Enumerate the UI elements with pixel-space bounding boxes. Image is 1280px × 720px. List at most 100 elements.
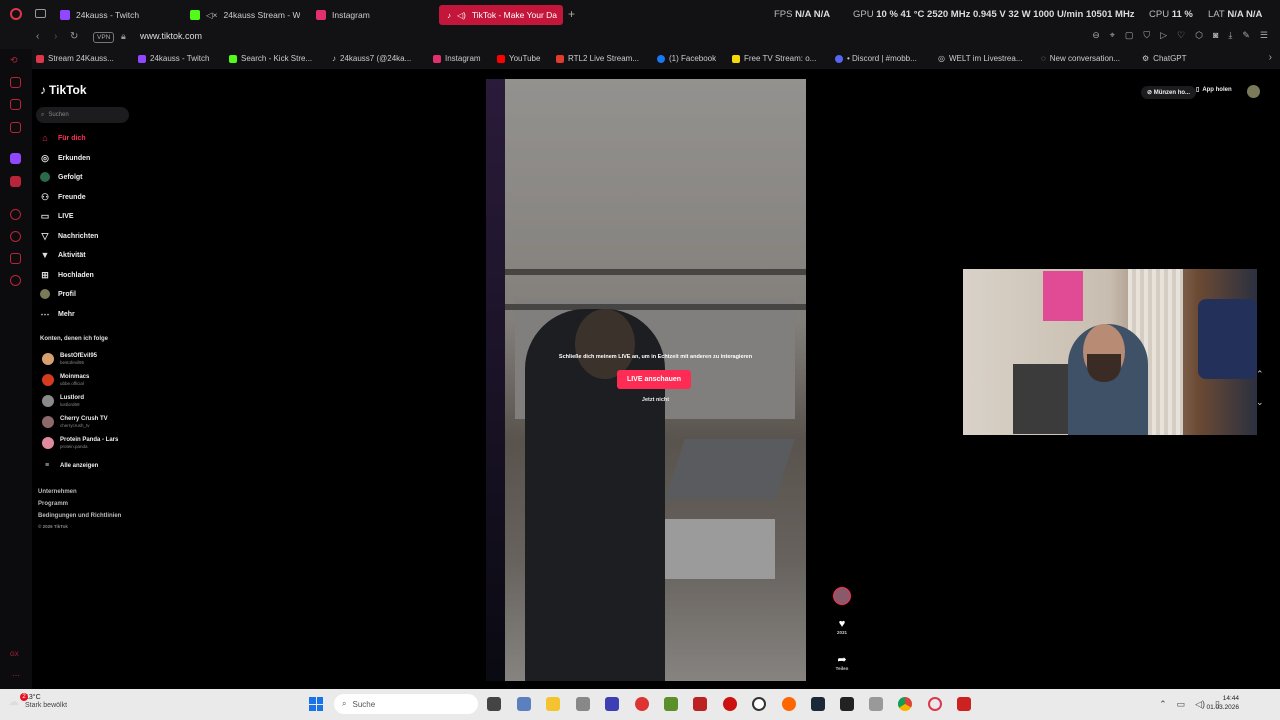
download-icon[interactable]: ⤓ bbox=[1228, 30, 1232, 41]
opera-icon[interactable] bbox=[10, 8, 22, 20]
tab-twitch[interactable]: 24kauss - Twitch bbox=[60, 5, 180, 25]
watch-live-button[interactable]: LIVE anschauen bbox=[617, 370, 691, 389]
zoom-icon[interactable]: ⊖ bbox=[1092, 30, 1100, 41]
lock-icon[interactable]: 🔒︎ bbox=[121, 31, 126, 42]
file-explorer-icon[interactable] bbox=[546, 697, 560, 711]
bookmark-item[interactable]: Instagram bbox=[433, 54, 481, 63]
not-now-button[interactable]: Jetzt nicht bbox=[505, 397, 806, 403]
app-icon[interactable] bbox=[782, 697, 796, 711]
youtube-icon[interactable] bbox=[10, 176, 21, 187]
extensions-icon[interactable]: ⬡ bbox=[1195, 30, 1203, 41]
task-view-icon[interactable] bbox=[487, 697, 501, 711]
footer-terms[interactable]: Bedingungen und Richtlinien bbox=[38, 513, 121, 519]
nav-live[interactable]: ▭ LIVE bbox=[40, 211, 74, 221]
opera-gx-icon[interactable] bbox=[928, 697, 942, 711]
mute-icon[interactable]: ◁× bbox=[206, 10, 218, 21]
tab-instagram[interactable]: Instagram bbox=[316, 5, 426, 25]
bookmark-item[interactable]: ◌ New conversation... bbox=[1041, 54, 1120, 63]
back-icon[interactable]: ‹ bbox=[36, 31, 39, 42]
vpn-badge[interactable]: VPN bbox=[93, 32, 115, 43]
following-account[interactable]: Moinmacs ubbe.official bbox=[42, 374, 89, 386]
footer-company[interactable]: Unternehmen bbox=[38, 489, 77, 495]
bookmark-item[interactable]: ♪ 24kauss7 (@24ka... bbox=[332, 54, 411, 63]
calculator-icon[interactable] bbox=[517, 697, 531, 711]
bookmark-item[interactable]: Search - Kick Stre... bbox=[229, 54, 312, 63]
network-icon[interactable]: ▭ bbox=[1177, 699, 1186, 710]
weather-widget[interactable]: ☁ 2 13°C Stark bewölkt bbox=[8, 693, 67, 709]
aria-icon[interactable]: ⟲ bbox=[10, 55, 21, 66]
bookmark-item[interactable]: • Discord | #mobb... bbox=[835, 54, 917, 63]
following-account[interactable]: Lustlord lustlord69 bbox=[42, 395, 84, 407]
nav-following[interactable]: Gefolgt bbox=[40, 172, 83, 182]
chrome-icon[interactable] bbox=[898, 697, 912, 711]
bookmark-item[interactable]: ⚙ ChatGPT bbox=[1142, 54, 1187, 63]
url-field[interactable]: www.tiktok.com bbox=[140, 31, 202, 41]
bookmark-item[interactable]: YouTube bbox=[497, 54, 540, 63]
reload-icon[interactable]: ↻ bbox=[70, 31, 78, 42]
twitch-icon[interactable] bbox=[10, 153, 21, 164]
chevron-down-icon[interactable]: ⌄ bbox=[1256, 388, 1264, 416]
tiktok-logo[interactable]: ♪ TikTok bbox=[40, 83, 87, 97]
bookmark-item[interactable]: Free TV Stream: o... bbox=[732, 54, 816, 63]
search-input[interactable]: ⌕ Suchen bbox=[36, 107, 129, 123]
bookmark-item[interactable]: RTL2 Live Stream... bbox=[556, 54, 639, 63]
menu-icon[interactable]: ☰ bbox=[1260, 30, 1268, 41]
nav-for-you[interactable]: ⌂ Für dich bbox=[40, 133, 85, 143]
bookmark-item[interactable]: 24kauss - Twitch bbox=[138, 54, 209, 63]
sidebar-app-icon[interactable] bbox=[10, 77, 21, 88]
nav-activity[interactable]: ▼ Aktivität bbox=[40, 250, 86, 260]
chevron-up-icon[interactable]: ⌃ bbox=[1256, 360, 1264, 388]
mouse-app-icon[interactable] bbox=[576, 697, 590, 711]
taskbar-clock[interactable]: 14:44 01.03.2026 bbox=[1206, 694, 1239, 712]
sidebar-app-icon[interactable] bbox=[10, 99, 21, 110]
screenshot-icon[interactable]: ▢ bbox=[1125, 30, 1134, 41]
get-app-button[interactable]: ▯ App holen bbox=[1196, 86, 1232, 94]
gx-icon[interactable]: GX bbox=[10, 652, 19, 658]
heart-icon[interactable]: ♡ bbox=[1177, 30, 1185, 41]
app-icon[interactable] bbox=[635, 697, 649, 711]
app-icon[interactable] bbox=[664, 697, 678, 711]
settings-icon[interactable] bbox=[10, 275, 21, 286]
like-button[interactable]: ♥ 2031 bbox=[832, 618, 852, 635]
steam-icon[interactable] bbox=[811, 697, 825, 711]
tab-overview-icon[interactable] bbox=[35, 9, 46, 18]
profile-avatar[interactable]: ◙ bbox=[1213, 30, 1218, 41]
following-account[interactable]: Protein Panda - Lars protein.panda bbox=[42, 437, 118, 449]
windows-start-icon[interactable] bbox=[309, 697, 323, 711]
chevron-up-icon[interactable]: ⌃ bbox=[1159, 699, 1167, 710]
pin-icon[interactable]: ⌖ bbox=[1110, 30, 1115, 41]
show-all-link[interactable]: ≡ Alle anzeigen bbox=[42, 461, 98, 471]
coins-button[interactable]: ⊘ Münzen ho... bbox=[1141, 86, 1197, 99]
nav-messages[interactable]: ▽ Nachrichten bbox=[40, 231, 99, 241]
app-icon[interactable] bbox=[723, 697, 737, 711]
volume-icon[interactable]: ◁) bbox=[1195, 699, 1205, 710]
footer-program[interactable]: Programm bbox=[38, 501, 68, 507]
bookmark-item[interactable]: (1) Facebook bbox=[657, 54, 716, 63]
nav-friends[interactable]: ⚇ Freunde bbox=[40, 192, 86, 202]
player-icon[interactable] bbox=[10, 209, 21, 220]
app-icon[interactable] bbox=[869, 697, 883, 711]
bookmarks-icon[interactable] bbox=[10, 253, 21, 264]
taskbar-search-input[interactable]: ⌕ Suche bbox=[334, 694, 478, 714]
obs-icon[interactable] bbox=[752, 697, 766, 711]
creator-avatar[interactable] bbox=[833, 587, 851, 605]
nav-explore[interactable]: ◎ Erkunden bbox=[40, 153, 90, 163]
user-avatar[interactable] bbox=[1247, 85, 1260, 98]
nav-profile[interactable]: Profil bbox=[40, 289, 76, 299]
following-account[interactable]: Cherry Crush TV cherrycrush_tv bbox=[42, 416, 108, 428]
play-icon[interactable]: ▷ bbox=[1160, 30, 1167, 41]
new-tab-icon[interactable]: + bbox=[568, 7, 575, 21]
ai-icon[interactable]: ✎ bbox=[1242, 30, 1250, 41]
app-icon[interactable] bbox=[957, 697, 971, 711]
shield-icon[interactable]: ⛉ bbox=[1143, 30, 1150, 41]
app-icon[interactable] bbox=[840, 697, 854, 711]
following-account[interactable]: BestOfEvil95 bestofevil95 bbox=[42, 353, 97, 365]
share-button[interactable]: ➦ Teilen bbox=[832, 653, 852, 671]
bookmark-item[interactable]: Stream 24Kauss... bbox=[36, 54, 114, 63]
tab-tiktok[interactable]: ♪ ◁) TikTok - Make Your Da bbox=[439, 5, 563, 25]
speaker-icon[interactable]: ◁) bbox=[457, 11, 466, 20]
tab-kick[interactable]: ◁× 24kauss Stream - Wa bbox=[190, 5, 300, 25]
bookmarks-more-icon[interactable]: › bbox=[1269, 52, 1272, 63]
forward-icon[interactable]: › bbox=[54, 31, 57, 42]
sidebar-app-icon[interactable] bbox=[10, 122, 21, 133]
